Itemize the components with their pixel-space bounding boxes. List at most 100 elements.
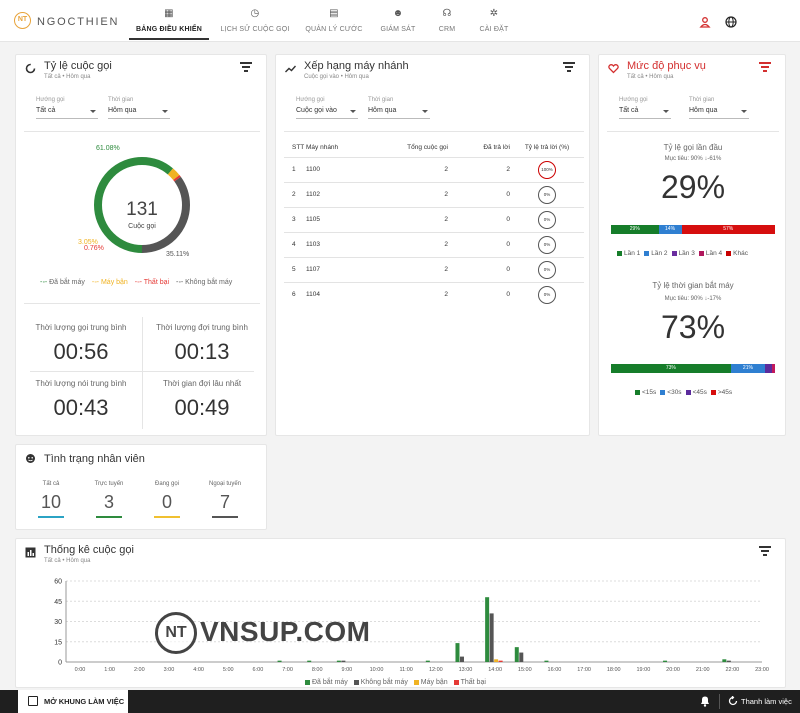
- card-title: Tình trạng nhân viên: [44, 453, 145, 465]
- open-workspace-button[interactable]: MỞ KHUNG LÀM VIỆC: [18, 690, 128, 713]
- call-statistics-card: Thống kê cuộc gọi Tất cả • Hôm qua 0 15 30…: [15, 538, 786, 688]
- y-tick-label: 45: [54, 599, 62, 606]
- bar-1-15[interactable]: [519, 652, 524, 662]
- table-cell: 4: [284, 231, 306, 257]
- bar-0-12[interactable]: [425, 660, 430, 662]
- staff-status-count[interactable]: 7: [205, 492, 245, 513]
- direction-filter-select[interactable]: Tất cả: [36, 107, 98, 119]
- table-row[interactable]: 2 1102 2 0 0%: [284, 181, 584, 207]
- table-header-row: STT Máy nhánh Tổng cuộc gọi Đã trả lời T…: [284, 139, 584, 157]
- toolbar-label[interactable]: Thanh làm việc: [741, 697, 792, 706]
- direction-filter-select[interactable]: Cuộc gọi vào: [296, 107, 358, 119]
- nav-tab-0[interactable]: ▦ BẢNG ĐIỀU KHIỂN: [129, 8, 209, 40]
- table-cell: 1103: [306, 231, 376, 257]
- staff-status-count[interactable]: 10: [31, 492, 71, 513]
- x-tick-label: 7:00: [282, 667, 293, 673]
- answer-rate-badge: 100%: [538, 160, 556, 179]
- time-filter-select[interactable]: Hôm qua: [108, 107, 170, 119]
- filter-icon[interactable]: [563, 62, 575, 72]
- pickup-time-bar: 73% 21%: [611, 364, 775, 373]
- filter-icon[interactable]: [759, 62, 771, 72]
- x-tick-label: 10:00: [370, 667, 384, 673]
- table-cell: 2: [376, 181, 448, 207]
- staff-status-underline: [96, 516, 122, 518]
- call-rate-legend: -◦- Đã bắt máy -◦- Máy bận -◦- Thất bại …: [40, 279, 233, 286]
- globe-icon[interactable]: [725, 16, 737, 28]
- bar-0-16[interactable]: [544, 660, 549, 662]
- legend-label: >45s: [717, 389, 733, 396]
- filter-icon[interactable]: [759, 546, 771, 556]
- avg-wait-duration-label: Thời lượng đợi trung bình: [156, 323, 248, 332]
- call-statistics-legend: Đã bắt máy Không bắt máy Máy bận Thất bạ…: [301, 679, 486, 686]
- max-wait-duration-value: 00:49: [174, 395, 230, 420]
- staff-status-count[interactable]: 0: [147, 492, 187, 513]
- staff-status-label: Tất cả: [42, 481, 60, 487]
- time-filter-label: Thời gian: [689, 97, 715, 103]
- table-cell: 3: [284, 206, 306, 232]
- bar-0-15[interactable]: [514, 647, 519, 662]
- bar-segment: 57%: [681, 225, 775, 234]
- table-row[interactable]: 4 1103 2 0 0%: [284, 231, 584, 257]
- legend-missed: Không bắt máy: [360, 679, 408, 686]
- table-cell: 0: [448, 281, 510, 307]
- bar-1-13[interactable]: [459, 656, 464, 662]
- x-tick-label: 8:00: [312, 667, 323, 673]
- card-subtitle: Tất cả • Hôm qua: [44, 74, 91, 80]
- table-row[interactable]: 3 1105 2 0 0%: [284, 206, 584, 232]
- nav-tab-1[interactable]: ◷ LỊCH SỬ CUỘC GỌI: [214, 8, 296, 40]
- staff-status-underline: [38, 516, 64, 518]
- bar-1-14[interactable]: [489, 613, 494, 662]
- user-icon[interactable]: [699, 16, 711, 28]
- legend-swatch: [726, 250, 732, 256]
- legend-label: Lần 2: [651, 250, 668, 257]
- filter-icon[interactable]: [240, 62, 252, 72]
- time-filter-select[interactable]: Hôm qua: [689, 107, 749, 119]
- x-tick-label: 22:00: [725, 667, 739, 673]
- x-tick-label: 0:00: [75, 667, 86, 673]
- legend-failed: Thất bại: [460, 679, 486, 686]
- bell-icon[interactable]: [700, 695, 710, 707]
- table-cell: 2: [376, 206, 448, 232]
- table-cell: 2: [376, 256, 448, 282]
- table-row[interactable]: 6 1104 2 0 0%: [284, 281, 584, 307]
- nav-tab-4[interactable]: ☊ CRM: [429, 8, 465, 40]
- logo-text: NGOCTHIEN: [37, 16, 120, 28]
- bar-1-9[interactable]: [341, 660, 346, 662]
- bar-0-7[interactable]: [277, 660, 282, 662]
- bar-0-13[interactable]: [455, 643, 460, 662]
- nav-tab-5[interactable]: ✲ CÀI ĐẶT: [466, 8, 522, 40]
- max-wait-duration-label: Thời gian đợi lâu nhất: [162, 379, 242, 388]
- legend-label: <15s: [642, 389, 657, 396]
- time-filter-label: Thời gian: [108, 97, 134, 103]
- table-row[interactable]: 1 1100 2 2 100%: [284, 156, 584, 182]
- nav-tab-2[interactable]: ▤ QUẢN LÝ CƯỚC: [302, 8, 366, 40]
- refresh-icon[interactable]: [728, 695, 738, 706]
- donut-chart-icon: [25, 63, 36, 77]
- table-cell: 6: [284, 281, 306, 307]
- bar-1-22[interactable]: [726, 660, 731, 662]
- staff-status-count[interactable]: 3: [89, 492, 129, 513]
- card-title: Mức độ phục vụ: [627, 60, 706, 72]
- bar-0-8[interactable]: [307, 660, 312, 662]
- legend-label: Lần 4: [705, 250, 723, 257]
- direction-filter-select[interactable]: Tất cả: [619, 107, 671, 119]
- bar-3-14[interactable]: [498, 660, 503, 662]
- col-header: Tổng cuộc gọi: [407, 144, 448, 152]
- nav-tab-label: GIÁM SÁT: [380, 26, 416, 33]
- legend-label: <45s: [692, 389, 707, 396]
- watermark-logo: NT: [155, 612, 197, 654]
- bar-2-14[interactable]: [494, 659, 499, 662]
- bar-0-9[interactable]: [336, 660, 341, 662]
- headset-icon: ☊: [442, 8, 452, 19]
- bar-0-22[interactable]: [722, 659, 727, 662]
- table-row[interactable]: 5 1107 2 0 0%: [284, 256, 584, 282]
- table-cell: 2: [376, 156, 448, 182]
- call-rate-card: Tỷ lệ cuộc gọi Tất cả • Hôm qua Hướng gọ…: [15, 54, 267, 436]
- col-header: Máy nhánh: [306, 144, 339, 152]
- bar-0-20[interactable]: [663, 660, 668, 662]
- first-call-bar: 29% 14% 57%: [611, 225, 775, 234]
- time-filter-select[interactable]: Hôm qua: [368, 107, 430, 119]
- nav-tab-3[interactable]: ☻ GIÁM SÁT: [375, 8, 421, 40]
- answered-pct: 61.08%: [96, 145, 120, 152]
- bar-0-14[interactable]: [485, 597, 490, 662]
